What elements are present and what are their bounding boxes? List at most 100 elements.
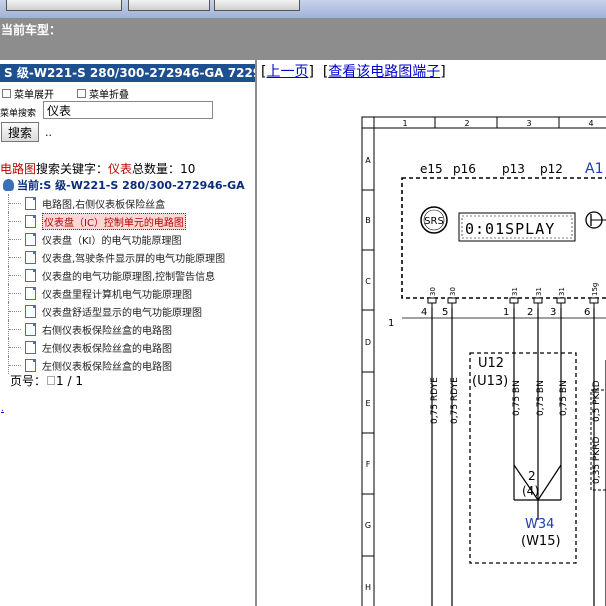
page-label: 页号：	[10, 374, 47, 388]
pin-label-p13: p13	[502, 162, 525, 176]
tree-item[interactable]: 仪表盘,驾驶条件显示屏的电气功能原理图	[8, 248, 225, 266]
wire-label-2: 0,75 RDYE	[450, 377, 460, 424]
display-text: 0:01SPLAY	[465, 220, 555, 238]
count-label: 总数量：	[132, 162, 181, 176]
view-terminals-link[interactable]: 查看该电路图端子	[328, 64, 440, 80]
column-label-3: 3	[526, 119, 531, 128]
pin-number-4: 4	[421, 307, 427, 318]
tree-item-label: 仪表盘里程计算机电气功能原理图	[42, 289, 192, 301]
search-input[interactable]	[43, 101, 213, 119]
diagram-panel: 1 2 3 4 A B C D E F G H e15 p16 p13 p12	[257, 60, 606, 606]
junction-4-label: (4)	[522, 484, 539, 498]
column-label-2: 2	[464, 119, 469, 128]
wire-label-5: 0,75 BN	[559, 380, 569, 416]
left-marker: 1	[388, 318, 394, 329]
tree-item-label: 右侧仪表板保险丝盒的电路图	[42, 325, 172, 337]
tree-item-label: 仪表盘,驾驶条件显示屏的电气功能原理图	[42, 253, 226, 265]
folder-icon	[3, 179, 14, 191]
tree-branch	[8, 266, 23, 284]
tree-item-label: 左侧仪表板保险丝盒的电路图	[42, 361, 172, 373]
toolbar-button-1[interactable]	[6, 0, 122, 11]
tree-branch	[8, 248, 23, 266]
ground-w15-label: (W15)	[521, 534, 561, 549]
menu-expand-label: 菜单展开	[14, 90, 54, 101]
row-label-e: E	[365, 399, 370, 408]
pin-number-2: 2	[527, 307, 533, 318]
wire-label-4: 0,75 BN	[536, 380, 546, 416]
result-tree: 电路图,右侧仪表板保险丝盒 仪表盘（IC）控制单元的电路图仪表盘（KI）的电气功能…	[8, 194, 225, 374]
toolbar-button-2[interactable]	[128, 0, 210, 11]
menu-expand[interactable]: 菜单展开	[2, 86, 54, 101]
document-icon	[25, 214, 36, 228]
column-label-1: 1	[402, 119, 407, 128]
splice-u12-label: U12	[478, 356, 504, 371]
page-box-icon	[47, 376, 56, 385]
collapse-icon	[77, 89, 86, 98]
bottom-link[interactable]: .	[1, 404, 4, 414]
terminal-code-5: 31	[558, 287, 566, 296]
pin-label-p12: p12	[540, 162, 563, 176]
terminal-code-3: 31	[511, 287, 519, 296]
pin-label-p16: p16	[453, 162, 476, 176]
wire-label-3: 0,75 BN	[512, 380, 522, 416]
wiring-diagram: 1 2 3 4 A B C D E F G H e15 p16 p13 p12	[361, 116, 606, 606]
toolbar-button-3[interactable]	[214, 0, 300, 11]
menu-collapse[interactable]: 菜单折叠	[77, 86, 129, 101]
tree-item[interactable]: 电路图,右侧仪表板保险丝盒	[8, 194, 225, 212]
current-vehicle[interactable]: 当前:S 级-W221-S 280/300-272946-GA	[3, 177, 245, 193]
srs-label: SRS	[424, 216, 444, 227]
tree-item-label: 左侧仪表板保险丝盒的电路图	[42, 343, 172, 355]
tree-item[interactable]: 左侧仪表板保险丝盒的电路图	[8, 338, 225, 356]
ground-w34-label: W34	[525, 517, 554, 532]
tree-branch	[8, 302, 23, 320]
vehicle-title: S 级-W221-S 280/300-272946-GA 722999	[0, 64, 255, 82]
tree-branch	[8, 284, 23, 302]
current-model-label: 当前车型：	[1, 23, 62, 37]
splice-u13-label: (U13)	[472, 374, 508, 389]
wire-label-7: 0,35 PKRD	[592, 437, 602, 484]
tree-item[interactable]: 仪表盘舒适型显示的电气功能原理图	[8, 302, 225, 320]
tree-item[interactable]: 仪表盘里程计算机电气功能原理图	[8, 284, 225, 302]
prev-page-link[interactable]: 上一页	[266, 64, 308, 80]
keyword-summary: 电路图搜索关键字：仪表总数量：10	[0, 160, 195, 177]
document-icon	[25, 358, 36, 372]
pin-number-1: 1	[503, 307, 509, 318]
search-label: 菜单搜索	[0, 109, 37, 119]
row-label-h: H	[365, 583, 371, 592]
tree-branch	[8, 194, 23, 212]
wire-label-1: 0,75 RDYE	[430, 377, 440, 424]
row-label-d: D	[365, 338, 371, 347]
wire-label-6: 0,5 PKRD	[592, 380, 602, 422]
tree-item-label: 仪表盘的电气功能原理图,控制警告信息	[42, 271, 216, 283]
document-icon	[25, 304, 36, 318]
row-label-b: B	[365, 216, 371, 225]
terminal-code-6: 15g	[591, 283, 599, 296]
terminal-code-4: 31	[535, 287, 543, 296]
column-label-4: 4	[588, 119, 593, 128]
row-label-f: F	[366, 460, 371, 469]
document-icon	[25, 340, 36, 354]
terminal-code-1: 30	[429, 287, 437, 296]
document-icon	[25, 286, 36, 300]
tree-item-label: 电路图,右侧仪表板保险丝盒	[42, 199, 166, 211]
junction-2-label: 2	[528, 469, 536, 483]
tree-item[interactable]: 仪表盘的电气功能原理图,控制警告信息	[8, 266, 225, 284]
document-icon	[25, 232, 36, 246]
pin-label-e15: e15	[420, 162, 443, 176]
column-header	[373, 116, 606, 129]
count-value: 10	[180, 162, 196, 176]
keyword-mid: 搜索关键字：	[36, 162, 109, 176]
tree-item[interactable]: 右侧仪表板保险丝盒的电路图	[8, 320, 225, 338]
tree-branch	[8, 212, 23, 230]
tree-branch	[8, 230, 23, 248]
tree-item-label: 仪表盘（IC）控制单元的电路图	[42, 212, 186, 230]
search-button[interactable]: 搜索	[1, 122, 39, 142]
tree-item[interactable]: 仪表盘（KI）的电气功能原理图	[8, 230, 225, 248]
tree-item-label: 仪表盘（KI）的电气功能原理图	[42, 235, 182, 247]
menu-collapse-label: 菜单折叠	[89, 90, 129, 101]
current-vehicle-label: 当前:S 级-W221-S 280/300-272946-GA	[17, 179, 245, 192]
tree-item[interactable]: 仪表盘（IC）控制单元的电路图	[8, 212, 225, 230]
tree-branch	[8, 320, 23, 338]
document-icon	[25, 268, 36, 282]
component-a1: A1	[585, 161, 603, 177]
